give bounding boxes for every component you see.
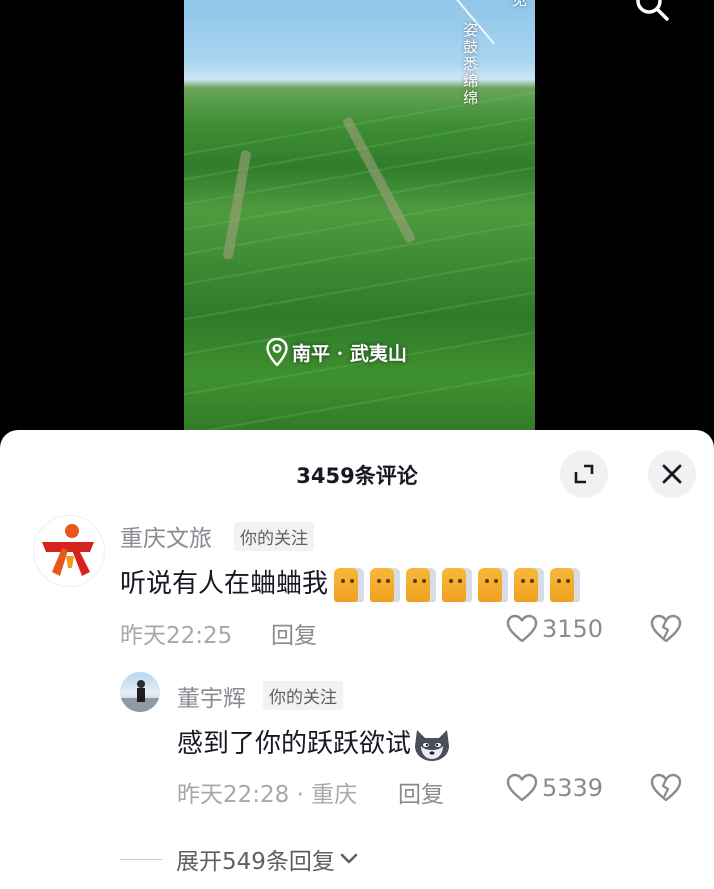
chongqing-logo — [35, 517, 103, 585]
like-count: 5339 — [542, 774, 604, 802]
close-icon — [662, 464, 682, 484]
cat-emoji-icon — [442, 567, 473, 602]
cat-emoji-icon — [370, 567, 401, 602]
like-button[interactable]: 3150 — [506, 614, 603, 644]
avatar[interactable] — [33, 515, 105, 587]
person-photo — [120, 680, 160, 712]
comment-text: 听说有人在蛐蛐我 — [120, 563, 581, 602]
search-icon[interactable] — [634, 0, 670, 22]
expand-replies-label: 展开549条回复 — [176, 849, 335, 875]
cat-emoji-icon — [406, 567, 437, 602]
comment-text: 感到了你的跃跃欲试 — [177, 723, 451, 762]
husky-emoji-icon — [415, 729, 450, 761]
dislike-button[interactable] — [650, 773, 682, 807]
like-button[interactable]: 5339 — [506, 773, 603, 803]
comment-timestamp: 昨天22:25 — [120, 623, 233, 649]
comment-username[interactable]: 董宇辉 — [177, 679, 246, 713]
cat-emoji-icon — [550, 567, 581, 602]
avatar[interactable] — [120, 672, 160, 712]
video-poem-line: 见 — [510, 0, 528, 9]
following-badge: 你的关注 — [263, 681, 343, 710]
comment-username[interactable]: 重庆文旅 — [120, 519, 212, 553]
expand-replies-button[interactable]: 展开549条回复 — [120, 842, 359, 876]
video-player[interactable]: 见 姿鼓悉绵绵 南平 · 武夷山 — [184, 0, 535, 440]
cat-emoji-icon — [334, 567, 365, 602]
expand-sheet-button[interactable] — [560, 450, 608, 498]
cat-emoji-icon — [478, 567, 509, 602]
cat-emoji-icon — [514, 567, 545, 602]
dislike-button[interactable] — [650, 614, 682, 648]
like-count: 3150 — [542, 615, 604, 643]
location-pin-icon — [266, 338, 288, 366]
divider — [120, 858, 162, 860]
comment-sheet: 3459条评论 — [0, 430, 714, 889]
close-button[interactable] — [648, 450, 696, 498]
comment-text-content: 听说有人在蛐蛐我 — [120, 569, 329, 599]
comment-text-content: 感到了你的跃跃欲试 — [177, 729, 412, 759]
reply-button[interactable]: 回复 — [398, 775, 444, 809]
heart-icon — [506, 773, 538, 802]
heart-icon — [506, 614, 538, 643]
following-badge: 你的关注 — [234, 522, 314, 551]
broken-heart-icon — [650, 773, 682, 802]
broken-heart-icon — [650, 614, 682, 643]
video-poem-line: 姿鼓悉绵绵 — [461, 22, 479, 107]
expand-icon — [574, 464, 594, 484]
comment-timestamp: 昨天22:28 · 重庆 — [177, 782, 358, 808]
chevron-down-icon — [340, 853, 358, 864]
reply-button[interactable]: 回复 — [271, 616, 317, 650]
video-location: 南平 · 武夷山 — [266, 338, 407, 366]
location-label: 南平 · 武夷山 — [292, 342, 407, 365]
